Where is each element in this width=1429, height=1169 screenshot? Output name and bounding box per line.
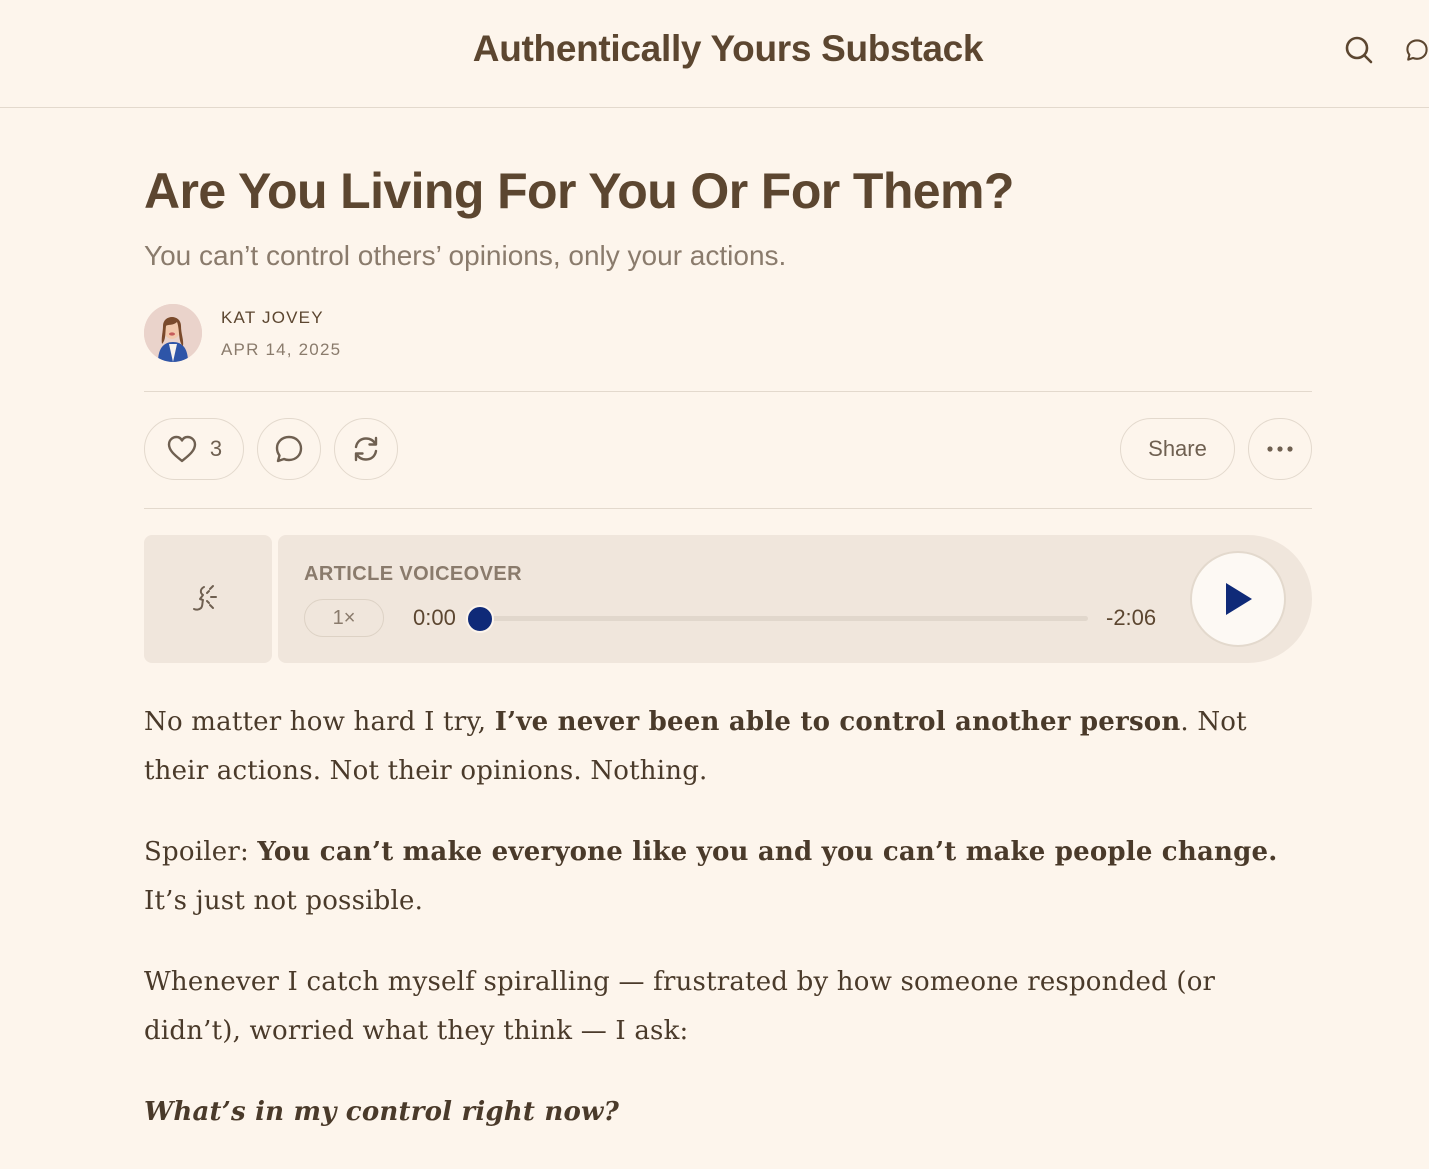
post-title: Are You Living For You Or For Them?: [144, 163, 1014, 219]
play-button[interactable]: [1190, 551, 1286, 647]
search-icon: [1345, 36, 1373, 64]
text-run: No matter how hard I try,: [144, 707, 495, 737]
text-run: Spoiler:: [144, 837, 258, 867]
divider: [144, 391, 1312, 392]
voice-speaking-icon: [193, 585, 217, 611]
paragraph: Whenever I catch myself spiralling — fru…: [144, 967, 1216, 1046]
article-body: No matter how hard I try, I’ve never bee…: [144, 698, 1312, 1169]
bold-text: I’ve never been able to control another …: [494, 707, 1181, 737]
search-button[interactable]: [1341, 32, 1377, 68]
text-run: It’s just not possible.: [144, 886, 424, 916]
chat-button[interactable]: [1405, 32, 1429, 68]
heart-icon: [167, 435, 197, 463]
like-button[interactable]: 3: [144, 418, 244, 480]
bold-text: You can’t make everyone like you and you…: [257, 837, 1278, 867]
post-date: APR 14, 2025: [221, 340, 342, 359]
author-avatar[interactable]: [144, 304, 202, 362]
author-name[interactable]: KAT JOVEY: [221, 308, 324, 328]
progress-knob[interactable]: [466, 605, 494, 633]
progress-track[interactable]: [478, 616, 1088, 621]
voiceover-thumbnail: [144, 535, 272, 663]
play-icon: [1226, 583, 1252, 615]
restack-icon: [354, 436, 378, 462]
top-bar: Authentically Yours Substack: [0, 0, 1429, 108]
remaining-time: -2:06: [1106, 605, 1157, 630]
paragraph: Spoiler: You can’t make everyone like yo…: [144, 828, 1312, 926]
current-time: 0:00: [413, 605, 456, 630]
comment-button[interactable]: [257, 418, 321, 480]
divider: [144, 508, 1312, 509]
more-icon: [1267, 446, 1293, 452]
audio-player: ARTICLE VOICEOVER 1× 0:00 -2:06: [278, 535, 1312, 663]
paragraph: What’s in my control right now?: [144, 1088, 1312, 1137]
chat-bubble-icon: [1406, 39, 1428, 61]
site-title[interactable]: Authentically Yours Substack: [0, 28, 1429, 70]
comment-icon: [275, 435, 303, 463]
like-count: 3: [209, 436, 223, 461]
paragraph: No matter how hard I try, I’ve never bee…: [144, 698, 1312, 796]
more-options-button[interactable]: [1248, 418, 1312, 480]
italic-question: What’s in my control right now?: [144, 1097, 620, 1127]
post-subtitle: You can’t control others’ opinions, only…: [144, 240, 787, 271]
playback-speed-button[interactable]: 1×: [304, 599, 384, 637]
restack-button[interactable]: [334, 418, 398, 480]
share-button[interactable]: Share: [1120, 418, 1235, 480]
voiceover-label: ARTICLE VOICEOVER: [304, 563, 522, 585]
